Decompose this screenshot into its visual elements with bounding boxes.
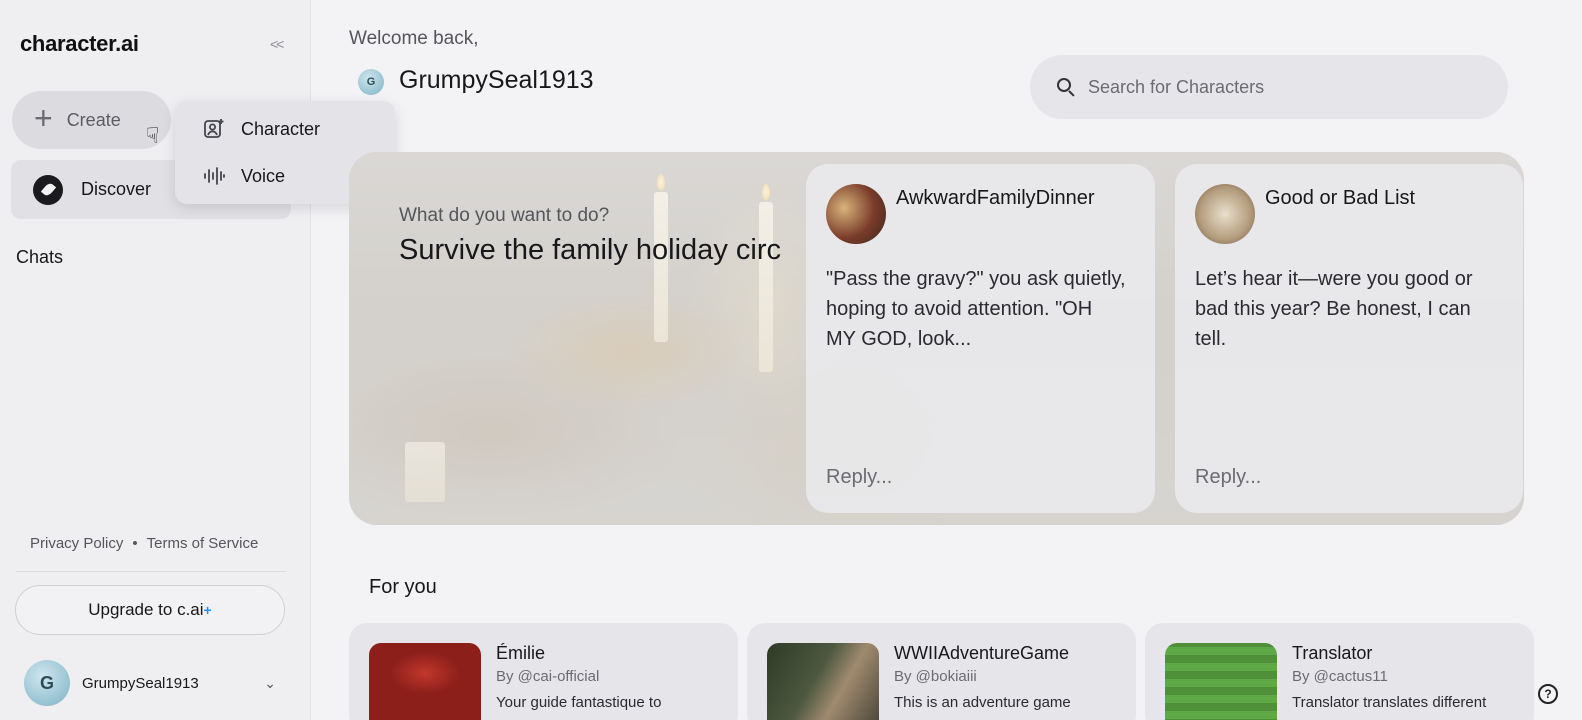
menu-item-character[interactable]: Character <box>175 107 395 151</box>
menu-item-label: Voice <box>241 165 286 186</box>
menu-item-label: Character <box>241 118 321 139</box>
footer-links: Privacy Policy • Terms of Service <box>30 535 258 552</box>
character-title: Translator <box>1292 643 1373 663</box>
terms-of-service-link[interactable]: Terms of Service <box>147 535 259 552</box>
reply-input[interactable]: Reply... <box>826 466 892 489</box>
search-icon <box>1056 77 1076 97</box>
character-author: By @bokiaiii <box>894 668 977 685</box>
welcome-text: Welcome back, <box>349 28 479 49</box>
hero-question: What do you want to do? <box>399 205 610 226</box>
character-thumbnail <box>1165 643 1277 720</box>
character-card[interactable]: WWIIAdventureGame By @bokiaiii This is a… <box>747 623 1136 720</box>
character-thumbnail <box>369 643 481 720</box>
section-heading-for-you: For you <box>369 576 437 598</box>
hero-chat-card[interactable]: AwkwardFamilyDinner "Pass the gravy?" yo… <box>806 164 1155 513</box>
create-button-label: Create <box>66 109 121 130</box>
avatar: G <box>24 660 70 706</box>
character-greeting: Let’s hear it—were you good or bad this … <box>1195 268 1473 350</box>
character-thumbnail <box>767 643 879 720</box>
chats-heading: Chats <box>16 247 64 267</box>
app-logo[interactable]: character.ai <box>20 31 139 57</box>
character-card[interactable]: Émilie By @cai-official Your guide fanta… <box>349 623 738 720</box>
voice-waveform-icon <box>203 165 225 187</box>
search-input[interactable] <box>1088 76 1488 98</box>
compass-icon <box>33 174 63 205</box>
plus-icon: + <box>34 100 53 136</box>
character-description: This is an adventure game <box>894 694 1071 711</box>
plus-badge: + <box>203 602 212 618</box>
chevron-down-icon: ⌄ <box>264 674 276 691</box>
pointer-cursor-icon: ☟ <box>146 123 160 148</box>
privacy-policy-link[interactable]: Privacy Policy <box>30 535 123 552</box>
character-card[interactable]: Translator By @cactus11 Translator trans… <box>1145 623 1534 720</box>
character-name: Good or Bad List <box>1265 187 1416 209</box>
discover-label: Discover <box>81 179 152 199</box>
link-separator: • <box>132 535 138 552</box>
collapse-sidebar-button[interactable]: << <box>270 36 284 52</box>
character-title: WWIIAdventureGame <box>894 643 1070 663</box>
reply-input[interactable]: Reply... <box>1195 466 1261 489</box>
chevrons-left-icon: << <box>270 36 284 52</box>
character-title: Émilie <box>496 643 546 663</box>
character-author: By @cactus11 <box>1292 668 1388 685</box>
hero-chat-card[interactable]: Good or Bad List Let’s hear it—were you … <box>1175 164 1523 513</box>
page-title: GrumpySeal1913 <box>399 66 594 94</box>
sidebar-divider <box>16 571 286 572</box>
avatar <box>826 184 886 244</box>
character-description: Your guide fantastique to <box>496 694 662 711</box>
character-greeting: "Pass the gravy?" you ask quietly, hopin… <box>826 268 1126 350</box>
character-author: By @cai-official <box>496 668 600 685</box>
upgrade-label: Upgrade to c.ai <box>88 600 204 619</box>
help-icon[interactable]: ? <box>1538 684 1558 704</box>
character-description: Translator translates different <box>1292 694 1487 711</box>
hero-title: Survive the family holiday circ <box>399 234 781 266</box>
search-bar[interactable] <box>1030 55 1508 119</box>
avatar: G <box>358 69 384 95</box>
character-name: AwkwardFamilyDinner <box>896 187 1095 209</box>
avatar <box>1195 184 1255 244</box>
character-add-icon <box>203 118 225 140</box>
upgrade-button[interactable]: Upgrade to c.ai + <box>15 585 285 635</box>
user-name: GrumpySeal1913 <box>82 674 199 692</box>
user-menu[interactable]: G GrumpySeal1913 ⌄ <box>24 660 284 706</box>
